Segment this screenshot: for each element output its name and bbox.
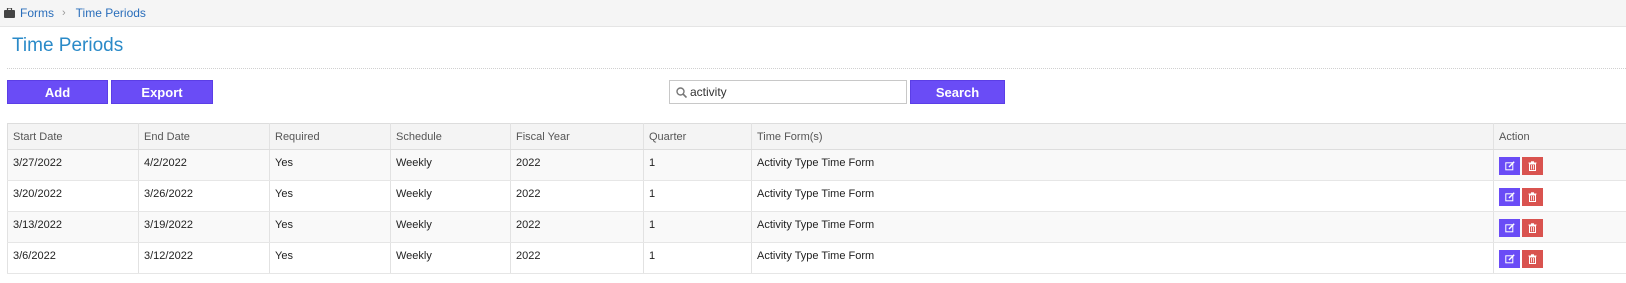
cell-required: Yes (269, 242, 391, 274)
search-button[interactable]: Search (910, 80, 1005, 104)
cell-end-date: 3/26/2022 (138, 180, 270, 212)
trash-icon (1528, 161, 1537, 171)
trash-icon (1528, 254, 1537, 264)
table-header-row: Start Date End Date Required Schedule Fi… (7, 123, 1626, 150)
cell-start-date: 3/13/2022 (7, 211, 139, 243)
briefcase-icon (4, 8, 15, 18)
cell-schedule: Weekly (390, 180, 511, 212)
column-header-required[interactable]: Required (269, 123, 391, 150)
cell-action (1493, 211, 1626, 243)
search-icon (676, 86, 687, 98)
trash-icon (1528, 192, 1537, 202)
cell-schedule: Weekly (390, 149, 511, 181)
column-header-schedule[interactable]: Schedule (390, 123, 511, 150)
cell-fiscal-year: 2022 (510, 211, 644, 243)
search-input[interactable] (690, 85, 890, 99)
cell-start-date: 3/20/2022 (7, 180, 139, 212)
cell-action (1493, 242, 1626, 274)
trash-icon (1528, 223, 1537, 233)
cell-quarter: 1 (643, 242, 752, 274)
edit-button[interactable] (1499, 188, 1520, 206)
edit-icon (1504, 254, 1515, 264)
delete-button[interactable] (1522, 188, 1543, 206)
delete-button[interactable] (1522, 219, 1543, 237)
cell-fiscal-year: 2022 (510, 149, 644, 181)
cell-fiscal-year: 2022 (510, 180, 644, 212)
column-header-time-forms[interactable]: Time Form(s) (751, 123, 1494, 150)
cell-quarter: 1 (643, 211, 752, 243)
cell-time-forms: Activity Type Time Form (751, 211, 1494, 243)
cell-fiscal-year: 2022 (510, 242, 644, 274)
cell-schedule: Weekly (390, 211, 511, 243)
edit-icon (1504, 192, 1515, 202)
search-field[interactable] (669, 80, 907, 104)
edit-button[interactable] (1499, 219, 1520, 237)
cell-time-forms: Activity Type Time Form (751, 149, 1494, 181)
cell-time-forms: Activity Type Time Form (751, 180, 1494, 212)
add-button[interactable]: Add (7, 80, 108, 104)
column-header-quarter[interactable]: Quarter (643, 123, 752, 150)
cell-end-date: 3/19/2022 (138, 211, 270, 243)
table-row: 3/27/2022 4/2/2022 Yes Weekly 2022 1 Act… (7, 149, 1626, 181)
delete-button[interactable] (1522, 157, 1543, 175)
title-divider (7, 68, 1626, 69)
cell-action (1493, 149, 1626, 181)
table-row: 3/13/2022 3/19/2022 Yes Weekly 2022 1 Ac… (7, 211, 1626, 243)
edit-button[interactable] (1499, 157, 1520, 175)
export-button[interactable]: Export (111, 80, 213, 104)
breadcrumb-forms-link[interactable]: Forms (20, 6, 54, 20)
breadcrumb-separator: › (62, 7, 66, 19)
breadcrumb-time-periods-link[interactable]: Time Periods (76, 6, 146, 20)
edit-button[interactable] (1499, 250, 1520, 268)
column-header-fiscal-year[interactable]: Fiscal Year (510, 123, 644, 150)
cell-start-date: 3/27/2022 (7, 149, 139, 181)
table-row: 3/20/2022 3/26/2022 Yes Weekly 2022 1 Ac… (7, 180, 1626, 212)
edit-icon (1504, 223, 1515, 233)
cell-required: Yes (269, 149, 391, 181)
cell-quarter: 1 (643, 180, 752, 212)
time-periods-table: Start Date End Date Required Schedule Fi… (7, 123, 1626, 274)
cell-quarter: 1 (643, 149, 752, 181)
delete-button[interactable] (1522, 250, 1543, 268)
cell-required: Yes (269, 211, 391, 243)
column-header-end-date[interactable]: End Date (138, 123, 270, 150)
cell-required: Yes (269, 180, 391, 212)
cell-end-date: 4/2/2022 (138, 149, 270, 181)
table-row: 3/6/2022 3/12/2022 Yes Weekly 2022 1 Act… (7, 242, 1626, 274)
cell-action (1493, 180, 1626, 212)
column-header-action: Action (1493, 123, 1626, 150)
cell-end-date: 3/12/2022 (138, 242, 270, 274)
cell-start-date: 3/6/2022 (7, 242, 139, 274)
page-title: Time Periods (12, 35, 124, 56)
column-header-start-date[interactable]: Start Date (7, 123, 139, 150)
cell-time-forms: Activity Type Time Form (751, 242, 1494, 274)
cell-schedule: Weekly (390, 242, 511, 274)
breadcrumb: Forms › Time Periods (0, 0, 1626, 27)
edit-icon (1504, 161, 1515, 171)
